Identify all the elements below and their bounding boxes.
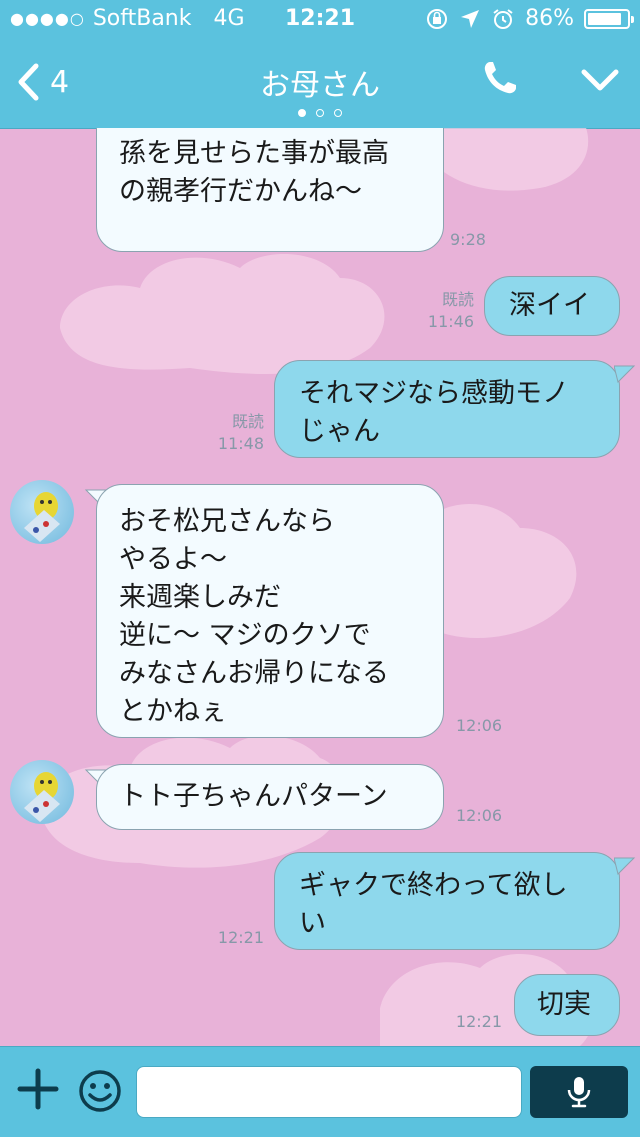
message-text-line: やるよ〜	[119, 544, 227, 575]
message-text-line: の親孝行だかんね〜	[119, 176, 362, 207]
phone-icon[interactable]	[480, 58, 520, 98]
incoming-message-bubble[interactable]: トト子ちゃんパターン	[96, 764, 444, 830]
bubble-tail	[614, 365, 636, 383]
outgoing-message-bubble[interactable]: 切実	[514, 974, 620, 1036]
message-timestamp: 11:46	[427, 312, 474, 331]
message-input[interactable]	[136, 1066, 522, 1118]
contact-avatar[interactable]	[10, 760, 74, 824]
incoming-message-bubble[interactable]: 孫を見せらた事が最高 の親孝行だかんね〜	[96, 128, 444, 252]
page-indicator	[0, 102, 640, 121]
contact-avatar[interactable]	[10, 480, 74, 544]
message-timestamp: 12:06	[456, 806, 503, 825]
message-text-line: じゃん	[299, 416, 380, 447]
message-timestamp: 11:48	[217, 434, 264, 453]
microphone-icon	[567, 1077, 591, 1108]
message-list[interactable]: 孫を見せらた事が最高 の親孝行だかんね〜 9:28 既読 11:46 深イイ 既…	[0, 128, 640, 1046]
message-text-line: トト子ちゃんパターン	[119, 781, 388, 812]
battery-fill	[588, 12, 621, 25]
bubble-tail	[614, 857, 636, 875]
alarm-icon	[493, 8, 513, 29]
message-text-line: 孫を見せらた事が最高	[119, 138, 389, 169]
voice-message-button[interactable]	[530, 1066, 628, 1118]
message-composer	[0, 1046, 640, 1137]
message-text-line: とかねぇ	[119, 696, 227, 727]
incoming-message-bubble[interactable]: おそ松兄さんなら やるよ〜 来週楽しみだ 逆に〜 マジのクソで みなさんお帰りに…	[96, 484, 444, 738]
outgoing-message-bubble[interactable]: ギャクで終わって欲し い	[274, 852, 620, 950]
message-text-line: い	[299, 908, 326, 939]
chat-title: お母さん	[260, 68, 380, 103]
chat-header: 4 お母さん	[0, 40, 640, 129]
message-text-line: 来週楽しみだ	[119, 582, 281, 613]
message-text-line: それマジなら感動モノ	[299, 378, 569, 409]
plus-icon[interactable]	[16, 1067, 60, 1111]
message-text-line: ギャクで終わって欲し	[299, 870, 568, 901]
read-receipt: 既読	[441, 290, 474, 309]
message-timestamp: 12:21	[217, 928, 264, 947]
status-bar: ●●●●○ SoftBank 4G 12:21 86%	[0, 0, 640, 40]
outgoing-message-bubble[interactable]: それマジなら感動モノ じゃん	[274, 360, 620, 458]
message-text-line: 逆に〜 マジのクソで	[119, 620, 371, 651]
page-dot	[298, 109, 306, 117]
rotation-lock-icon	[427, 8, 448, 29]
message-text-line: おそ松兄さんなら	[119, 506, 335, 537]
battery-icon	[584, 8, 634, 29]
read-receipt: 既読	[231, 412, 264, 431]
avatar-character-icon	[24, 492, 60, 542]
battery-percent: 86%	[525, 6, 574, 31]
status-icons: 86%	[425, 6, 634, 31]
page-dot	[334, 109, 342, 117]
avatar-character-icon	[24, 772, 60, 822]
message-text-line: 深イイ	[509, 290, 590, 321]
message-timestamp: 12:21	[455, 1012, 502, 1031]
location-arrow-icon	[461, 9, 480, 28]
message-text-line: みなさんお帰りになる	[119, 658, 389, 689]
chevron-down-icon[interactable]	[580, 66, 620, 94]
message-timestamp: 9:28	[450, 230, 486, 249]
message-timestamp: 12:06	[456, 716, 503, 735]
smiley-icon[interactable]	[78, 1069, 122, 1113]
page-dot	[316, 109, 324, 117]
message-text-line: 切実	[537, 989, 591, 1020]
outgoing-message-bubble[interactable]: 深イイ	[484, 276, 620, 336]
